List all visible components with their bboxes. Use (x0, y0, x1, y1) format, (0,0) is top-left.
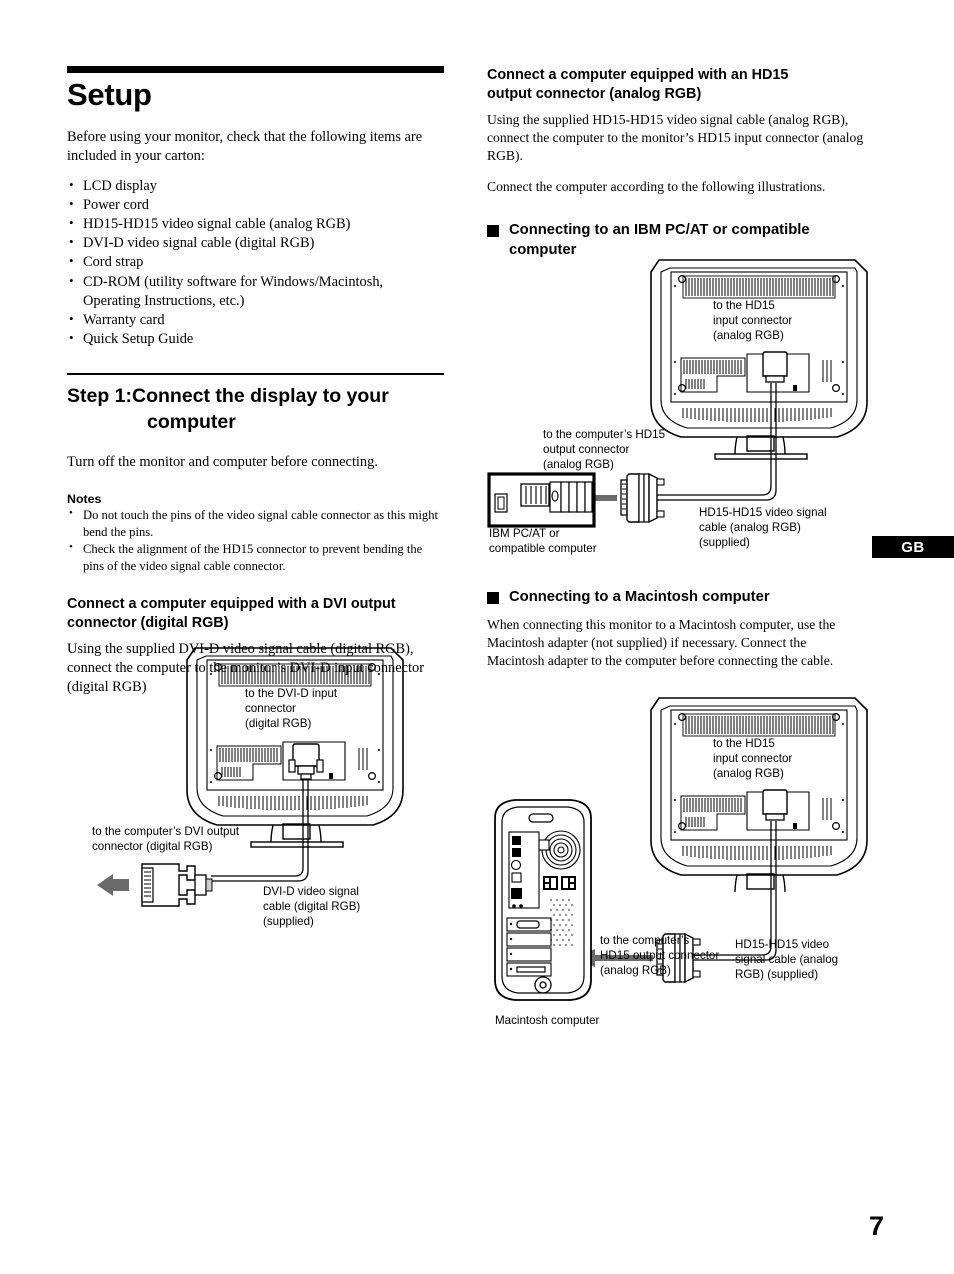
page-title: Setup (67, 77, 152, 112)
step-rule (67, 373, 444, 375)
figure-dvi-connection: to the computer’s DVI output connector (… (67, 630, 447, 930)
carton-items-list: LCD display Power cord HD15-HD15 video s… (67, 176, 444, 349)
title-rule (67, 66, 444, 73)
notes-heading: Notes (67, 492, 102, 507)
list-item: Warranty card (67, 310, 444, 330)
mac-heading-text: Connecting to a Macintosh computer (509, 589, 770, 605)
right-column: Connect a computer equipped with an HD15… (487, 66, 865, 269)
hd15-subheading-line2: output connector (analog RGB) (487, 86, 702, 103)
step-intro-paragraph: Turn off the monitor and computer before… (67, 454, 378, 471)
square-bullet-icon (487, 592, 499, 604)
hd15-subheading-line1: Connect a computer equipped with an HD15 (487, 67, 789, 83)
step-title-line2: computer (147, 410, 236, 433)
list-item: Check the alignment of the HD15 connecto… (67, 540, 444, 575)
ibm-monitor-label: to the HD15 input connector (analog RGB) (713, 299, 793, 342)
mac-computer-port-label: to the computer’s HD15 output connector … (600, 934, 720, 977)
list-item: CD-ROM (utility software for Windows/Mac… (67, 272, 444, 311)
ibm-computer-name-label: IBM PC/AT or compatible computer (489, 527, 597, 555)
figure-mac-connection: to the computer’s HD15 output connector … (487, 690, 868, 1040)
dvi-subheading: Connect a computer equipped with a DVI o… (67, 595, 444, 634)
list-item: LCD display (67, 176, 444, 196)
square-bullet-icon (487, 225, 499, 238)
mac-section-heading: Connecting to a Macintosh computer (487, 588, 865, 608)
step-number-label: Step 1: (67, 384, 133, 407)
left-column: Setup Before using your monitor, check t… (67, 66, 444, 708)
ibm-cable-label: HD15-HD15 video signal cable (analog RGB… (699, 506, 827, 549)
list-item: Quick Setup Guide (67, 329, 444, 349)
hd15-body-paragraph-2: Connect the computer according to the fo… (487, 179, 826, 195)
list-item: Do not touch the pins of the video signa… (67, 506, 444, 541)
dvi-computer-label: to the computer’s DVI output connector (… (92, 825, 240, 853)
mac-cable-label: HD15-HD15 video signal cable (analog RGB… (735, 938, 839, 981)
intro-paragraph: Before using your monitor, check that th… (67, 128, 423, 164)
list-item: Power cord (67, 195, 444, 215)
list-item: HD15-HD15 video signal cable (analog RGB… (67, 214, 444, 234)
figure-dvi-connection-graphic (97, 647, 404, 907)
notes-list: Do not touch the pins of the video signa… (67, 506, 444, 575)
document-page: Setup Before using your monitor, check t… (0, 0, 954, 1274)
dvi-subheading-line1: Connect a computer equipped with a DVI o… (67, 595, 396, 612)
step-heading: Step 1:Connect the display to your compu… (67, 384, 444, 435)
ibm-heading-line1: Connecting to an IBM PC/AT or compatible (509, 222, 810, 239)
dvi-monitor-label: to the DVI-D input connector (digital RG… (245, 687, 338, 730)
figure-mac-connection-graphic (494, 697, 868, 1001)
ibm-computer-port-label: to the computer’s HD15 output connector … (543, 428, 666, 471)
locale-tab-gb: GB (872, 536, 954, 558)
step-title-line1: Connect the display to your (132, 384, 389, 407)
locale-tab-label: GB (901, 538, 925, 556)
hd15-body-paragraph: Using the supplied HD15-HD15 video signa… (487, 111, 864, 164)
dvi-cable-label: DVI-D video signal cable (digital RGB) (… (263, 885, 361, 928)
mac-computer-name-label: Macintosh computer (495, 1014, 600, 1027)
figure-ibm-connection: to the computer’s HD15 output connector … (487, 252, 868, 562)
mac-monitor-label: to the HD15 input connector (analog RGB) (713, 737, 793, 780)
list-item: DVI-D video signal cable (digital RGB) (67, 233, 444, 253)
mac-body-paragraph: When connecting this monitor to a Macint… (487, 616, 836, 669)
page-number: 7 (868, 1211, 884, 1241)
mac-section: Connecting to a Macintosh computer When … (487, 588, 865, 681)
hd15-subheading: Connect a computer equipped with an HD15… (487, 66, 865, 105)
list-item: Cord strap (67, 252, 444, 272)
